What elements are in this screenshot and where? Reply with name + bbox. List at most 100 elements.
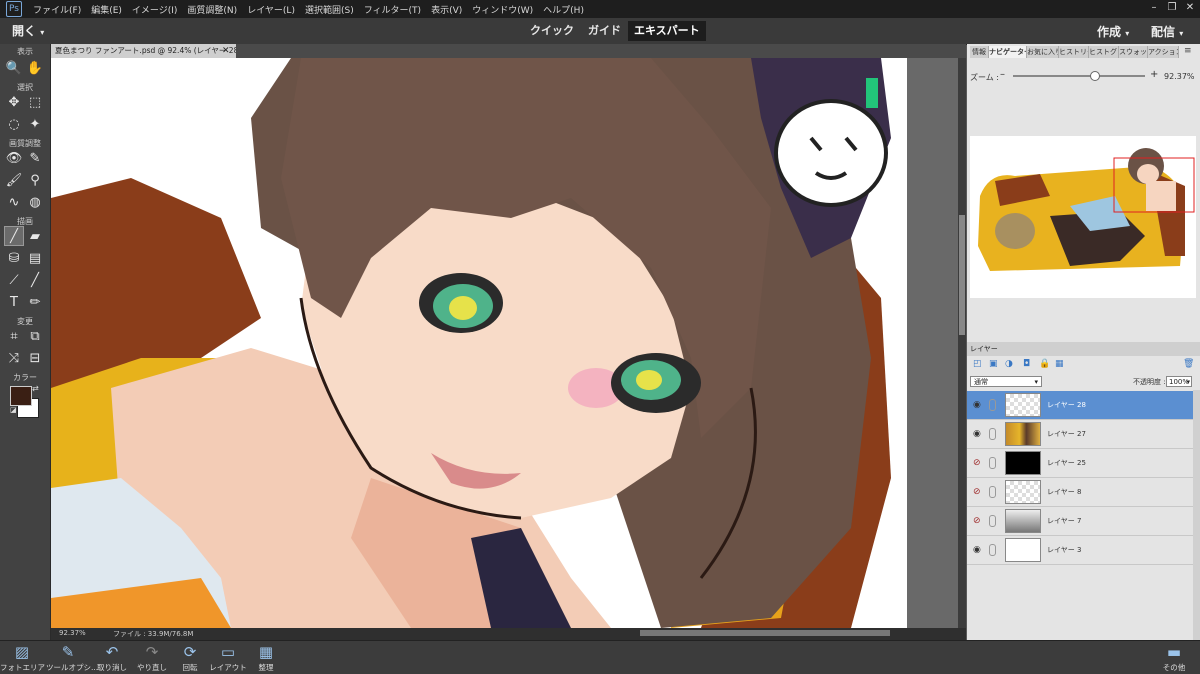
layer-row[interactable]: ⊘ レイヤー 8	[967, 478, 1193, 507]
share-button[interactable]: 配信 ▾	[1151, 23, 1183, 40]
tab-quick[interactable]: クイック	[524, 21, 580, 41]
move-tool-icon[interactable]: ✥	[4, 92, 24, 112]
zoom-slider[interactable]	[1013, 75, 1145, 77]
tab-history[interactable]: ヒストリー	[1059, 46, 1089, 58]
gradient-tool-icon[interactable]: ▤	[25, 248, 45, 268]
eye-hidden-icon[interactable]: ⊘	[973, 516, 981, 526]
paint-bucket-tool-icon[interactable]: ⛁	[4, 248, 24, 268]
eye-hidden-icon[interactable]: ⊘	[973, 458, 981, 468]
panel-menu-icon[interactable]: ≡	[1184, 46, 1192, 56]
zoom-in-icon[interactable]: +	[1150, 69, 1158, 80]
menu-select[interactable]: 選択範囲(S)	[300, 3, 359, 16]
swap-colors-icon[interactable]: ⇄	[32, 384, 39, 393]
tab-guided[interactable]: ガイド	[582, 21, 627, 41]
layer-row[interactable]: ◉ レイヤー 3	[967, 536, 1193, 565]
canvas-vertical-scrollbar[interactable]	[958, 58, 966, 628]
tab-histogram[interactable]: ヒストグラム	[1089, 46, 1119, 58]
canvas-vertical-scroll-thumb[interactable]	[959, 215, 965, 335]
zoom-tool-icon[interactable]: 🔍	[4, 58, 24, 78]
new-group-icon[interactable]: ▣	[989, 359, 998, 369]
eyedropper-tool-icon[interactable]: ⟋	[4, 270, 24, 290]
magic-wand-tool-icon[interactable]: ✦	[25, 114, 45, 134]
hand-tool-icon[interactable]: ✋	[25, 58, 45, 78]
layer-row[interactable]: ◉ レイヤー 28	[967, 391, 1193, 420]
more-button[interactable]: ▬ その他	[1152, 642, 1196, 673]
tab-actions[interactable]: アクション	[1148, 46, 1179, 58]
tool-options-button[interactable]: ✎ ツールオプシ...	[46, 642, 98, 673]
close-icon[interactable]: ✕	[222, 44, 230, 58]
zoom-out-icon[interactable]: –	[1000, 69, 1005, 80]
sponge-tool-icon[interactable]: ◍	[25, 192, 45, 212]
link-icon[interactable]	[989, 515, 996, 527]
recompose-tool-icon[interactable]: ⧉	[25, 326, 45, 346]
opacity-field[interactable]: 100% ▾	[1166, 376, 1192, 387]
artwork-canvas[interactable]	[51, 58, 907, 628]
spot-healing-tool-icon[interactable]: ✎	[25, 148, 45, 168]
eye-icon[interactable]: ◉	[973, 545, 981, 555]
menu-file[interactable]: ファイル(F)	[28, 3, 86, 16]
menu-help[interactable]: ヘルプ(H)	[538, 3, 589, 16]
smart-brush-tool-icon[interactable]: 🖌	[4, 170, 24, 190]
adjustment-layer-icon[interactable]: ◑	[1005, 359, 1013, 369]
link-icon[interactable]	[989, 399, 996, 411]
menu-edit[interactable]: 編集(E)	[86, 3, 127, 16]
tab-navigator[interactable]: ナビゲーター	[989, 46, 1027, 58]
minimize-icon[interactable]: –	[1148, 2, 1160, 14]
navigator-preview[interactable]	[970, 136, 1196, 298]
zoom-slider-handle[interactable]	[1089, 71, 1100, 81]
menu-layer[interactable]: レイヤー(L)	[242, 3, 300, 16]
lasso-tool-icon[interactable]: ◌	[4, 114, 24, 134]
content-aware-move-tool-icon[interactable]: ⤨	[4, 348, 24, 368]
organizer-button[interactable]: ▦ 整理	[244, 642, 288, 673]
foreground-color-swatch[interactable]	[10, 386, 32, 406]
canvas-horizontal-scroll-thumb[interactable]	[640, 630, 890, 636]
layer-row[interactable]: ⊘ レイヤー 7	[967, 507, 1193, 536]
open-button[interactable]: 開く ▾	[12, 22, 44, 39]
menu-view[interactable]: 表示(V)	[426, 3, 467, 16]
brush-tool-icon[interactable]: ╱	[4, 226, 24, 246]
eye-icon[interactable]: ◉	[973, 429, 981, 439]
lock-all-icon[interactable]: ▦	[1055, 359, 1064, 369]
tab-layers[interactable]: レイヤー	[970, 344, 998, 354]
layers-scrollbar[interactable]	[1193, 390, 1200, 640]
blur-tool-icon[interactable]: ∿	[4, 192, 24, 212]
photo-bin-button[interactable]: ▨ フォトエリア	[0, 642, 45, 673]
blend-mode-select[interactable]: 通常 ▾	[970, 376, 1042, 387]
restore-icon[interactable]: ❐	[1166, 2, 1178, 14]
create-button[interactable]: 作成 ▾	[1097, 23, 1129, 40]
link-icon[interactable]	[989, 544, 996, 556]
default-colors-icon[interactable]: ◪	[10, 406, 17, 414]
menu-enhance[interactable]: 画質調整(N)	[182, 3, 242, 16]
type-tool-icon[interactable]: T	[4, 292, 24, 312]
layer-mask-icon[interactable]: ◘	[1023, 359, 1030, 369]
eye-hidden-icon[interactable]: ⊘	[973, 487, 981, 497]
new-layer-icon[interactable]: ◰	[973, 359, 982, 369]
crop-tool-icon[interactable]: ⌗	[4, 326, 24, 346]
tab-info[interactable]: 情報	[970, 46, 989, 58]
document-tab[interactable]: 夏色まつり ファンアート.psd @ 92.4% (レイヤー 28, RGB/8…	[51, 44, 240, 58]
link-icon[interactable]	[989, 428, 996, 440]
close-icon[interactable]: ✕	[1184, 2, 1196, 14]
pencil-tool-icon[interactable]: ✏	[25, 292, 45, 312]
straighten-tool-icon[interactable]: ⊟	[25, 348, 45, 368]
undo-button[interactable]: ↶ 取り消し	[90, 642, 134, 673]
eye-icon[interactable]: ◉	[973, 400, 981, 410]
menu-filter[interactable]: フィルター(T)	[359, 3, 426, 16]
red-eye-tool-icon[interactable]: 👁	[4, 148, 24, 168]
link-icon[interactable]	[989, 486, 996, 498]
menu-window[interactable]: ウィンドウ(W)	[467, 3, 538, 16]
menu-image[interactable]: イメージ(I)	[127, 3, 183, 16]
layer-row[interactable]: ◉ レイヤー 27	[967, 420, 1193, 449]
eraser-tool-icon[interactable]: ▰	[25, 226, 45, 246]
layer-row[interactable]: ⊘ レイヤー 25	[967, 449, 1193, 478]
tab-swatches[interactable]: スウォッチ	[1119, 46, 1148, 58]
tab-favorites[interactable]: お気に入り	[1027, 46, 1059, 58]
link-icon[interactable]	[989, 457, 996, 469]
clone-stamp-tool-icon[interactable]: ⚲	[25, 170, 45, 190]
marquee-tool-icon[interactable]: ⬚	[25, 92, 45, 112]
lock-icon[interactable]: 🔒	[1039, 359, 1050, 369]
line-tool-icon[interactable]: ╱	[25, 270, 45, 290]
tab-expert[interactable]: エキスパート	[628, 21, 706, 41]
trash-icon[interactable]: 🗑	[1183, 359, 1194, 369]
canvas-area[interactable]	[51, 58, 966, 628]
